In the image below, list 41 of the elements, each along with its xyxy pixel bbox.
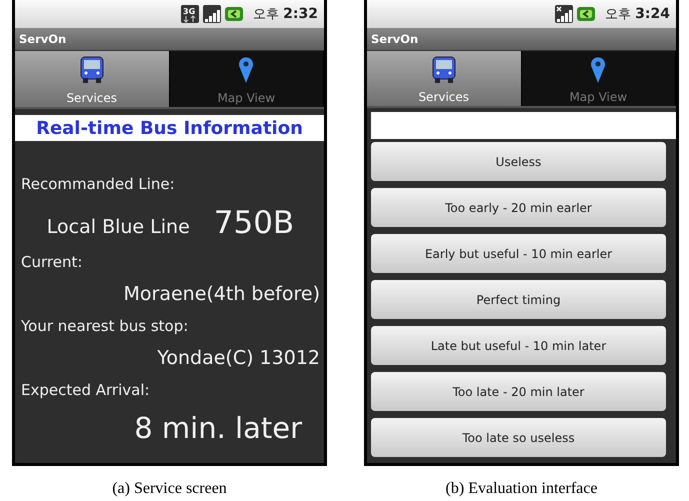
- line-name: Local Blue Line: [46, 216, 190, 238]
- tab-label: Services: [66, 91, 118, 105]
- field-label: Current:: [21, 253, 84, 271]
- tab[interactable]: Services: [15, 51, 170, 107]
- rating-button[interactable]: Perfect timing: [371, 280, 666, 319]
- app-title: ServOn: [19, 32, 66, 46]
- arrival-value: 8 min. later: [133, 411, 303, 445]
- field-label: Your nearest bus stop:: [21, 317, 190, 335]
- app-title: ServOn: [371, 32, 418, 46]
- figure-caption: (b) Evaluation interface: [446, 480, 598, 498]
- field-label: Recommanded Line:: [21, 175, 176, 193]
- time-period: 오후: [605, 6, 632, 23]
- line-code: 750B: [214, 205, 294, 241]
- tab[interactable]: Map View: [170, 51, 324, 107]
- rating-button[interactable]: Useless: [371, 142, 666, 181]
- input-field[interactable]: [371, 112, 676, 139]
- tab[interactable]: Map View: [522, 50, 676, 106]
- figure-caption: (a) Service screen: [112, 480, 227, 498]
- rating-button[interactable]: Too early - 20 min earler: [371, 188, 666, 227]
- battery-icon: [577, 6, 598, 22]
- tab-label: Services: [418, 90, 470, 104]
- rating-button[interactable]: Late but useful - 10 min later: [371, 326, 666, 365]
- time-period: 오후: [253, 6, 280, 23]
- screen-heading: Real-time Bus Information: [15, 115, 324, 141]
- tab-label: Map View: [217, 91, 276, 105]
- tab-label: Map View: [569, 90, 628, 104]
- bus-icon: [432, 56, 456, 84]
- field-value: Yondae(C) 13012: [156, 347, 320, 369]
- field-label: Expected Arrival:: [21, 381, 151, 399]
- battery-icon: [225, 6, 246, 22]
- bus-icon: [80, 56, 104, 84]
- clock-time: 2:32: [283, 6, 318, 22]
- rating-button[interactable]: Too late so useless: [371, 418, 666, 457]
- map-pin-icon: [590, 56, 606, 84]
- tab[interactable]: Services: [367, 50, 522, 106]
- clock-time: 3:24: [635, 6, 670, 22]
- field-value: Moraene(4th before): [122, 283, 320, 305]
- rating-button[interactable]: Early but useful - 10 min earler: [371, 234, 666, 273]
- rating-button[interactable]: Too late - 20 min later: [371, 372, 666, 411]
- network-icon: 3G: [181, 5, 200, 23]
- map-pin-icon: [238, 56, 254, 84]
